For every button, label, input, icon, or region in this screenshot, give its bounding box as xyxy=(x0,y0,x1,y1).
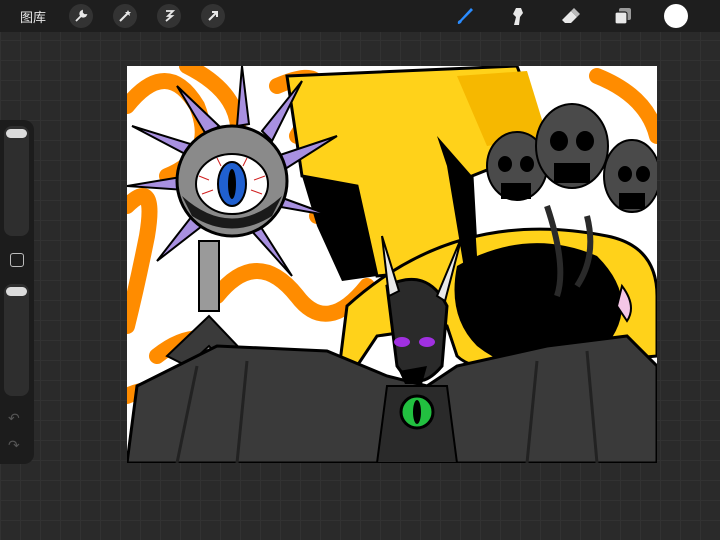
color-picker-button[interactable] xyxy=(664,4,688,28)
top-toolbar: 图库 xyxy=(0,0,720,32)
selection-icon xyxy=(165,10,176,22)
transform-button[interactable] xyxy=(201,4,225,28)
adjustments-button[interactable] xyxy=(113,4,137,28)
wrench-icon xyxy=(75,9,88,22)
smudge-icon xyxy=(513,8,523,25)
actions-wrench-button[interactable] xyxy=(69,4,93,28)
smudge-tool-button[interactable] xyxy=(505,4,531,28)
brush-tool-button[interactable] xyxy=(452,4,478,28)
undo-button[interactable]: ↶ xyxy=(8,411,20,427)
drawing-canvas[interactable] xyxy=(127,66,657,463)
brush-size-slider[interactable] xyxy=(4,126,29,236)
artwork xyxy=(127,66,657,463)
layers-icon xyxy=(614,8,631,25)
brush-size-thumb[interactable] xyxy=(6,129,27,138)
opacity-slider[interactable] xyxy=(4,284,29,396)
transform-arrow-icon xyxy=(208,11,218,21)
opacity-thumb[interactable] xyxy=(6,287,27,296)
redo-button[interactable]: ↷ xyxy=(8,438,20,454)
modify-button[interactable] xyxy=(10,253,24,267)
layers-button[interactable] xyxy=(610,4,636,28)
eraser-tool-button[interactable] xyxy=(557,4,583,28)
gallery-button[interactable]: 图库 xyxy=(20,7,46,26)
left-sidebar: ↶ ↷ xyxy=(0,120,34,464)
selection-button[interactable] xyxy=(157,4,181,28)
magic-wand-icon xyxy=(119,10,131,22)
eraser-icon xyxy=(562,8,580,23)
brush-icon xyxy=(457,8,473,24)
